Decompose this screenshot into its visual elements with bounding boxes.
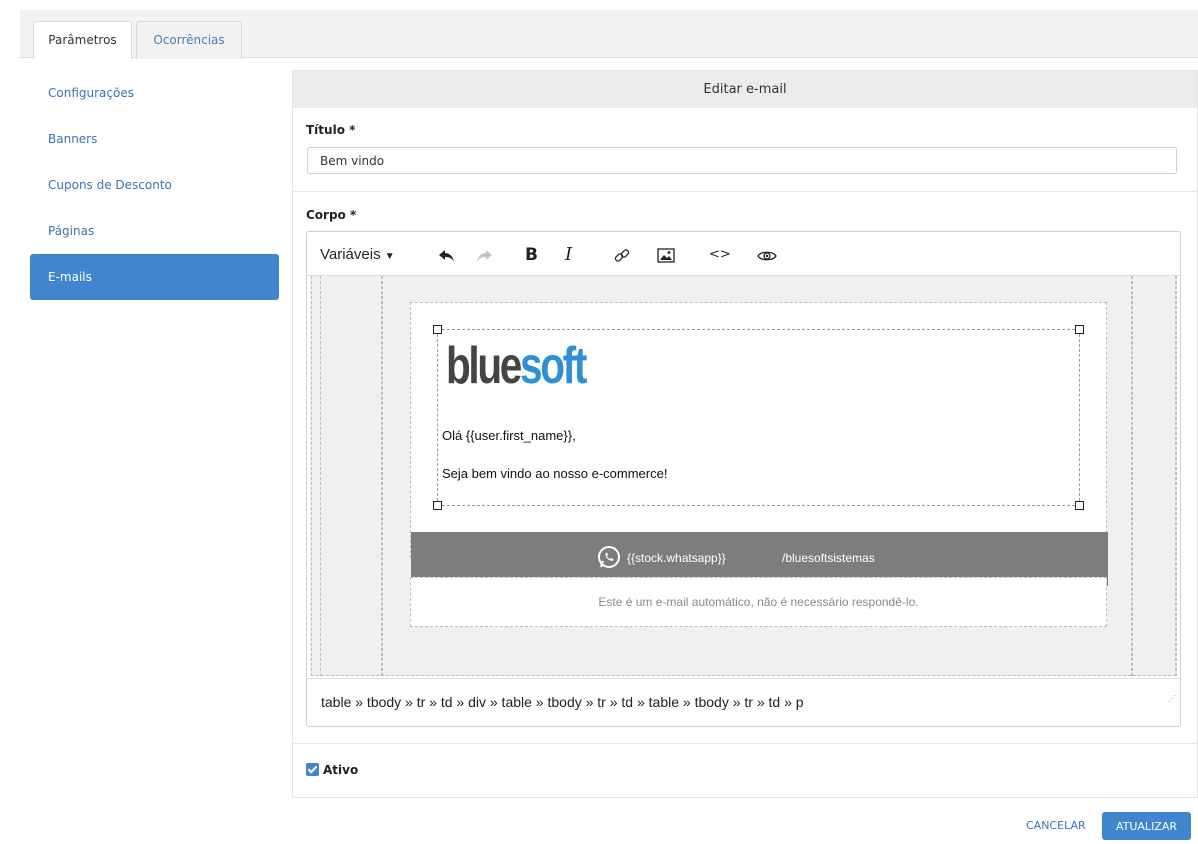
preview-eye-icon[interactable] <box>757 232 777 276</box>
redo-icon[interactable] <box>475 232 493 276</box>
divider <box>293 743 1197 744</box>
panel-title: Editar e-mail <box>293 71 1197 108</box>
element-path-bar[interactable]: table » tbody » tr » td » div » table » … <box>307 678 1180 726</box>
resize-handle-br[interactable] <box>1075 501 1084 510</box>
image-icon[interactable] <box>657 232 675 276</box>
sidebar-item-cupons[interactable]: Cupons de Desconto <box>30 162 279 208</box>
undo-icon[interactable] <box>438 232 456 276</box>
cancel-button[interactable]: CANCELAR <box>1018 812 1094 840</box>
social-handle-text: /bluesoftsistemas <box>782 551 875 565</box>
caret-down-icon: ▼ <box>384 251 395 262</box>
resize-handle-bl[interactable] <box>433 501 442 510</box>
tab-bar: Parâmetros Ocorrências <box>20 10 1198 59</box>
sidebar: Configurações Banners Cupons de Desconto… <box>30 70 279 300</box>
bluesoft-logo: bluesoft <box>446 337 587 395</box>
whatsapp-text: {{stock.whatsapp}} <box>627 551 726 565</box>
title-label: Título * <box>306 123 356 137</box>
table-column-left <box>320 276 382 676</box>
email-content-box: bluesoft Olá {{user.first_name}}, Seja b… <box>410 302 1108 586</box>
tab-ocorrencias[interactable]: Ocorrências <box>136 21 242 59</box>
welcome-text: Seja bem vindo ao nosso e-commerce! <box>442 466 668 481</box>
whatsapp-icon <box>598 546 620 568</box>
title-input[interactable] <box>307 147 1177 174</box>
code-button[interactable]: <> <box>709 232 731 276</box>
resize-handle-tr[interactable] <box>1075 325 1084 334</box>
sidebar-item-emails[interactable]: E-mails <box>30 254 279 300</box>
variables-dropdown[interactable]: Variáveis ▼ <box>320 232 395 276</box>
rich-text-editor: Variáveis ▼ B I <> bluesoft Olá {{user.f… <box>306 231 1181 727</box>
table-column-right <box>1132 276 1177 676</box>
auto-email-notice: Este é um e-mail automático, não é neces… <box>410 577 1107 627</box>
greeting-text: Olá {{user.first_name}}, <box>442 428 576 443</box>
resize-handle-tl[interactable] <box>433 325 442 334</box>
element-path: table » tbody » tr » td » div » table » … <box>321 694 804 710</box>
active-label: Ativo <box>323 763 359 777</box>
selected-cell[interactable]: bluesoft Olá {{user.first_name}}, Seja b… <box>433 325 1084 510</box>
italic-button[interactable]: I <box>565 232 572 276</box>
bold-button[interactable]: B <box>525 232 538 276</box>
resize-grip-icon[interactable]: ⋰ <box>1168 676 1176 722</box>
variables-label: Variáveis <box>320 246 381 263</box>
divider <box>293 191 1197 192</box>
editor-content-area[interactable]: bluesoft Olá {{user.first_name}}, Seja b… <box>310 276 1177 676</box>
link-icon[interactable] <box>613 232 631 276</box>
checkbox-checked-icon[interactable] <box>306 763 319 776</box>
body-label: Corpo * <box>306 208 357 222</box>
sidebar-item-paginas[interactable]: Páginas <box>30 208 279 254</box>
tab-parametros[interactable]: Parâmetros <box>33 21 132 59</box>
sidebar-item-banners[interactable]: Banners <box>30 116 279 162</box>
sidebar-item-configuracoes[interactable]: Configurações <box>30 70 279 116</box>
edit-email-panel: Editar e-mail Título * Corpo * Variáveis… <box>292 70 1198 798</box>
editor-toolbar: Variáveis ▼ B I <> <box>307 232 1180 276</box>
table-column-center: bluesoft Olá {{user.first_name}}, Seja b… <box>382 276 1132 676</box>
update-button[interactable]: ATUALIZAR <box>1102 812 1191 840</box>
active-checkbox[interactable]: Ativo <box>306 763 358 777</box>
